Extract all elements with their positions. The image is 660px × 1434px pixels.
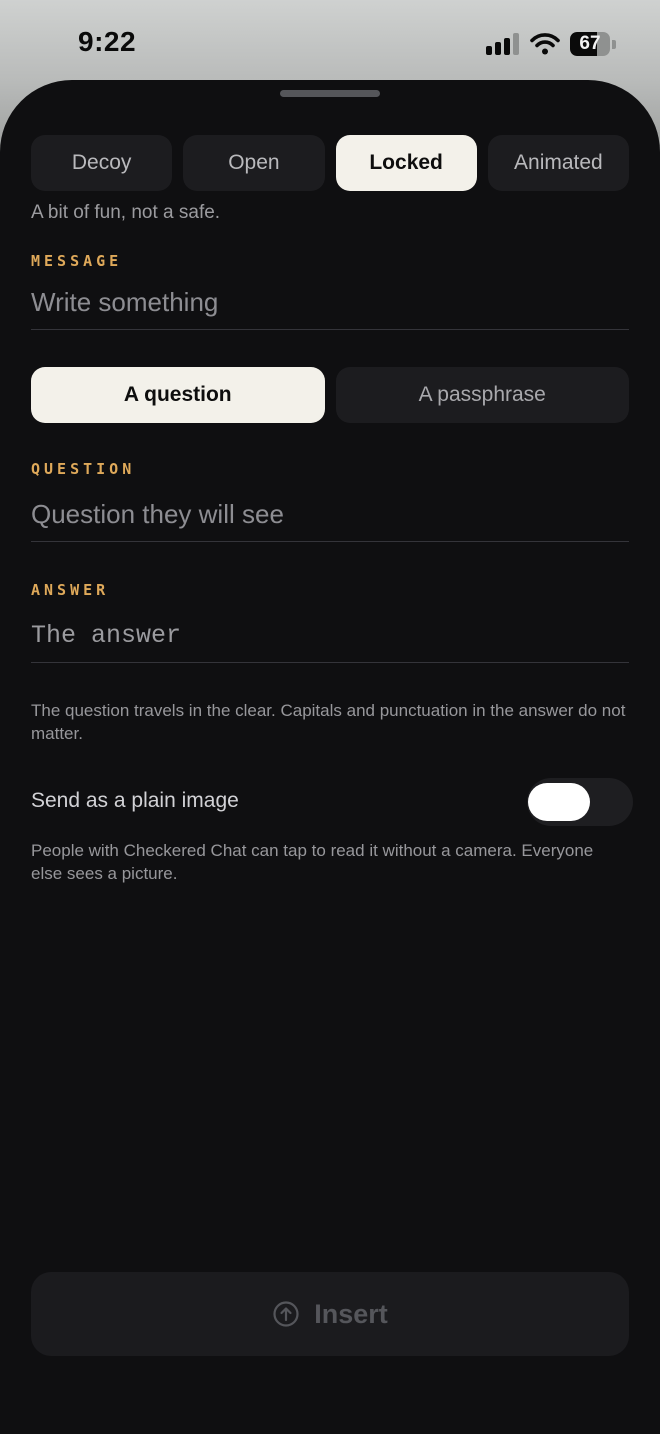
plain-image-hint: People with Checkered Chat can tap to re… — [31, 841, 594, 883]
status-bar: 9:22 67 — [0, 0, 660, 86]
insert-label: Insert — [314, 1298, 388, 1329]
battery-tip — [612, 40, 616, 49]
answer-input[interactable] — [31, 613, 629, 657]
question-input[interactable] — [31, 492, 629, 536]
question-label: QUESTION — [31, 460, 136, 478]
status-time: 9:22 — [78, 26, 137, 57]
message-input[interactable] — [31, 280, 629, 324]
question-field — [31, 492, 629, 542]
status-icons: 67 — [486, 30, 616, 58]
mode-tab-animated[interactable]: Animated — [487, 135, 629, 191]
answer-label: ANSWER — [31, 581, 110, 599]
mode-segmented-control: Decoy Open Locked Animated — [31, 135, 629, 191]
mode-description: A bit of fun, not a safe. — [31, 202, 221, 223]
mode-tab-open[interactable]: Open — [183, 135, 325, 191]
secret-kind-passphrase[interactable]: A passphrase — [335, 367, 629, 423]
battery-percent: 67 — [579, 33, 601, 54]
wifi-icon — [530, 33, 560, 55]
answer-field — [31, 613, 629, 663]
insert-button[interactable]: Insert — [31, 1272, 629, 1356]
secret-kind-control: A question A passphrase — [31, 367, 629, 423]
cellular-signal-icon — [486, 33, 519, 55]
toggle-knob — [528, 783, 590, 821]
answer-hint: The question travels in the clear. Capit… — [31, 701, 626, 743]
sheet-grabber[interactable] — [280, 90, 380, 97]
message-label: MESSAGE — [31, 252, 123, 270]
plain-image-toggle[interactable] — [527, 778, 633, 826]
secret-kind-question[interactable]: A question — [31, 367, 325, 423]
locked-message-sheet: Decoy Open Locked Animated A bit of fun,… — [0, 80, 660, 1434]
plain-image-label: Send as a plain image — [31, 789, 239, 812]
plain-image-row: Send as a plain image — [31, 778, 633, 826]
arrow-up-circle-icon — [273, 1301, 299, 1327]
mode-tab-decoy[interactable]: Decoy — [31, 135, 173, 191]
mode-tab-locked[interactable]: Locked — [335, 135, 477, 191]
battery-icon: 67 — [570, 32, 616, 56]
message-field — [31, 280, 629, 330]
